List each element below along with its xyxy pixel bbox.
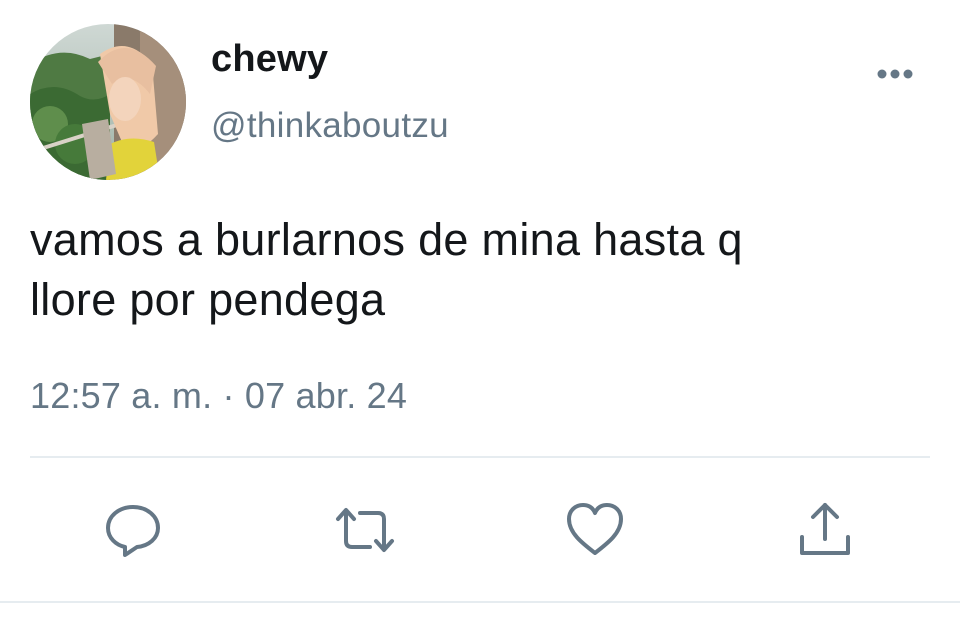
divider [30,456,930,458]
author-display-name[interactable]: chewy [211,38,328,81]
more-dots-icon [877,69,913,79]
reply-bubble-icon [106,505,160,557]
divider [0,601,960,603]
tweet-card: chewy @thinkaboutzu vamos a burlarnos de… [0,0,960,621]
timestamp-separator: · [212,375,245,416]
more-options-button[interactable] [870,58,922,90]
avatar[interactable] [30,24,186,180]
tweet-text: vamos a burlarnos de mina hasta q llore … [30,214,743,325]
tweet-date: 07 abr. 24 [244,375,408,416]
tweet-timestamp[interactable]: 12:57 a. m. · 07 abr. 24 [30,375,407,417]
share-button[interactable] [792,497,858,563]
avatar-photo [30,24,186,180]
author-handle[interactable]: @thinkaboutzu [211,106,449,146]
tweet-time: 12:57 a. m. [30,375,213,416]
share-upload-icon [800,503,850,555]
retweet-icon [336,508,394,552]
like-button[interactable] [562,497,628,563]
reply-button[interactable] [100,497,166,563]
retweet-button[interactable] [332,497,398,563]
heart-icon [567,503,623,555]
